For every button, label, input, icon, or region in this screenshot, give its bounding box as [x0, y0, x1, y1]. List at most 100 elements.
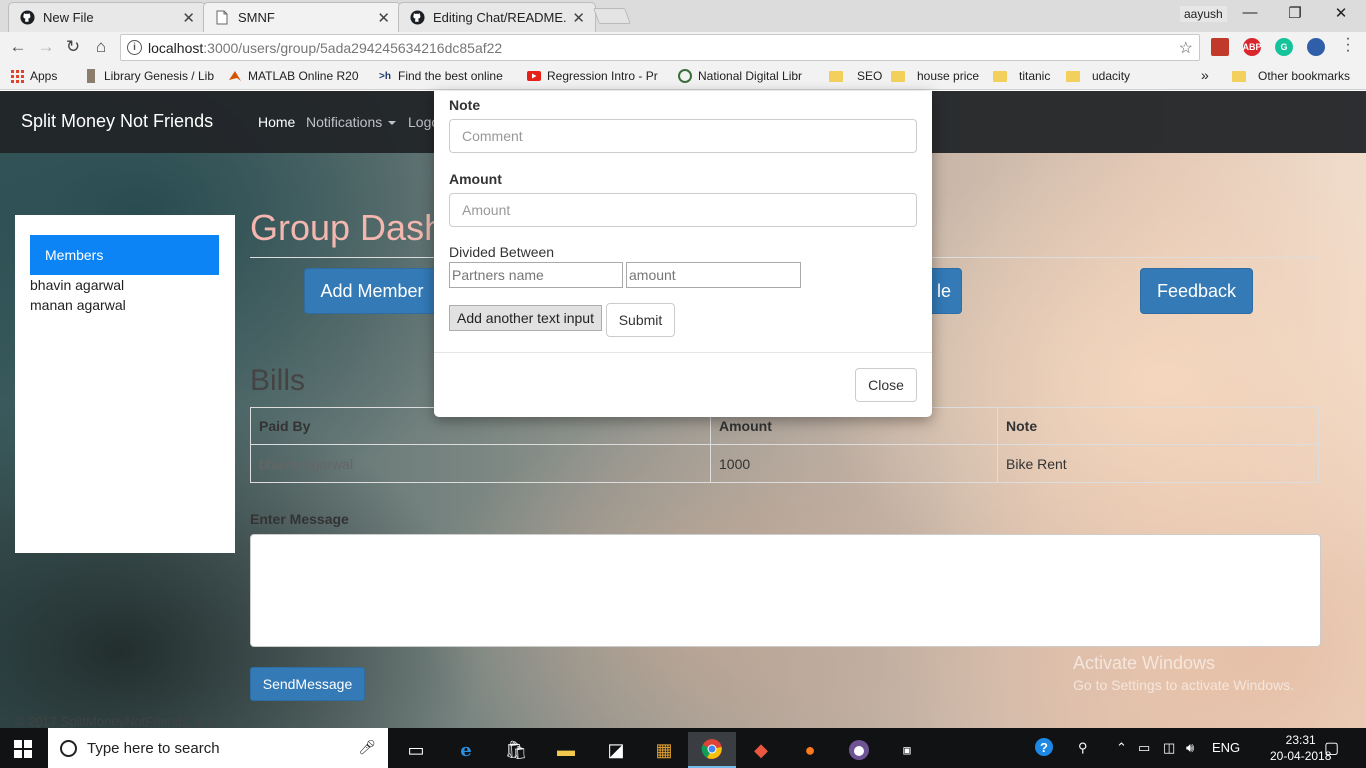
- show-hidden-icons-chevron-icon[interactable]: ⌃: [1116, 740, 1127, 756]
- message-textarea[interactable]: [250, 534, 1321, 647]
- bookmarks-overflow-chevron-icon[interactable]: »: [1201, 67, 1209, 83]
- book-extension-icon[interactable]: [1211, 38, 1229, 56]
- bookmark-label: MATLAB Online R20: [248, 69, 359, 83]
- terminal-icon[interactable]: ▣: [883, 732, 931, 768]
- youtube-icon: [527, 69, 541, 83]
- office-app-icon[interactable]: ▦: [640, 732, 688, 768]
- bookmark-house-price[interactable]: house price: [891, 69, 979, 83]
- close-icon[interactable]: ✕: [182, 9, 195, 27]
- send-message-button[interactable]: SendMessage: [250, 667, 365, 701]
- battery-icon[interactable]: ▭: [1138, 740, 1150, 756]
- column-header: Note: [997, 407, 1319, 445]
- edge-icon[interactable]: e: [442, 732, 490, 768]
- amount-cell: 1000: [710, 444, 998, 483]
- bookmark-apps[interactable]: Apps: [10, 69, 57, 83]
- divided-between-label: Divided Between: [449, 244, 555, 260]
- tab-editing-readme[interactable]: Editing Chat/README.md ✕: [398, 2, 596, 32]
- bookmark-udacity[interactable]: udacity: [1066, 69, 1130, 83]
- task-view-icon[interactable]: ▭: [392, 732, 440, 768]
- tab-smnf[interactable]: SMNF ✕: [203, 2, 401, 32]
- chrome-taskbar-icon[interactable]: [688, 732, 736, 768]
- taskbar-search[interactable]: Type here to search 🎤︎: [48, 728, 388, 768]
- grammarly-icon[interactable]: G: [1275, 38, 1293, 56]
- site-brand[interactable]: Split Money Not Friends: [21, 111, 213, 132]
- bookmark-titanic[interactable]: titanic: [993, 69, 1050, 83]
- back-arrow-icon[interactable]: ←: [7, 37, 29, 57]
- nav-notifications[interactable]: Notifications: [306, 114, 397, 130]
- bookmark-regression[interactable]: Regression Intro - Pr: [527, 69, 663, 83]
- note-input[interactable]: [449, 119, 917, 153]
- store-icon[interactable]: 🛍︎: [492, 732, 540, 768]
- page-title: Group Dash: [250, 207, 445, 248]
- close-button[interactable]: Close: [855, 368, 917, 402]
- bookmark-matlab[interactable]: MATLAB Online R20: [228, 69, 362, 83]
- minimize-icon[interactable]: —: [1238, 4, 1262, 21]
- bookmark-label: Other bookmarks: [1258, 69, 1351, 83]
- bookmarks-bar: Apps Library Genesis / Lib MATLAB Online…: [0, 63, 1366, 90]
- folder-icon: [993, 69, 1007, 83]
- tab-title: New File: [43, 10, 94, 25]
- bookmark-library-genesis[interactable]: Library Genesis / Lib: [84, 69, 214, 83]
- bookmark-label: house price: [917, 69, 980, 83]
- sticky-notes-icon[interactable]: ◪: [592, 732, 640, 768]
- chrome-menu-icon[interactable]: · · ·: [1343, 31, 1353, 59]
- close-icon[interactable]: ✕: [572, 9, 585, 27]
- browser-toolbar: ← → ↻ ⌂ i localhost:3000/users/group/5ad…: [0, 32, 1366, 63]
- bookmark-star-icon[interactable]: ☆: [1179, 38, 1193, 58]
- people-icon[interactable]: ⚲: [1078, 740, 1088, 756]
- feedback-button[interactable]: Feedback: [1140, 268, 1253, 314]
- reload-icon[interactable]: ↻: [62, 37, 84, 57]
- folder-icon: [1232, 69, 1246, 83]
- github-icon: [409, 10, 425, 26]
- partner-name-input[interactable]: [449, 262, 623, 288]
- submit-button[interactable]: Submit: [606, 303, 675, 337]
- file-explorer-icon[interactable]: ▬: [542, 732, 590, 768]
- adblock-icon[interactable]: ABP: [1243, 38, 1262, 56]
- members-header[interactable]: Members: [30, 235, 219, 275]
- taskbar-clock[interactable]: 23:31 20-04-2018: [1270, 732, 1331, 764]
- new-tab-button[interactable]: [593, 8, 631, 24]
- table-row: bhavin agarwal 1000 Bike Rent: [250, 444, 1319, 483]
- close-window-icon[interactable]: ✕: [1329, 4, 1353, 22]
- network-icon[interactable]: ◫: [1163, 740, 1175, 756]
- member-item[interactable]: bhavin agarwal: [30, 277, 124, 293]
- restore-icon[interactable]: ❐: [1283, 4, 1307, 22]
- bookmark-ndl[interactable]: National Digital Libr: [678, 69, 815, 83]
- hackr-icon: >h: [379, 70, 391, 82]
- nav-home[interactable]: Home: [258, 114, 295, 130]
- svg-text:?: ?: [1040, 740, 1048, 755]
- info-icon[interactable]: i: [127, 40, 142, 55]
- members-panel: Members bhavin agarwal manan agarwal: [15, 215, 235, 553]
- profile-name[interactable]: aayush: [1180, 6, 1227, 22]
- microphone-icon[interactable]: 🎤︎: [358, 739, 376, 756]
- forward-arrow-icon[interactable]: →: [35, 37, 57, 57]
- close-icon[interactable]: ✕: [377, 9, 390, 27]
- message-label: Enter Message: [250, 511, 349, 527]
- add-text-input-button[interactable]: Add another text input: [449, 305, 602, 331]
- github-desktop-icon[interactable]: [835, 732, 883, 768]
- volume-icon[interactable]: 🔊︎: [1186, 740, 1194, 756]
- bookmark-other[interactable]: Other bookmarks: [1232, 69, 1350, 83]
- language-indicator[interactable]: ENG: [1212, 740, 1240, 755]
- windows-taskbar: Type here to search 🎤︎ ▭ e 🛍︎ ▬ ◪ ▦ ◆ ● …: [0, 728, 1366, 768]
- help-icon[interactable]: ?: [1034, 737, 1054, 760]
- firefox-icon[interactable]: ●: [786, 732, 834, 768]
- notifications-icon[interactable]: ▢: [1324, 738, 1339, 758]
- tab-new-file[interactable]: New File ✕: [8, 2, 206, 32]
- add-member-button[interactable]: Add Member: [304, 268, 440, 314]
- footer-copyright: © 2017 SplitMoneyNotFriends, Inc.: [15, 714, 217, 728]
- address-bar[interactable]: i localhost:3000/users/group/5ada2942456…: [120, 34, 1200, 61]
- bookmark-hackr[interactable]: >h Find the best online: [378, 69, 512, 83]
- bookmark-seo[interactable]: SEO: [829, 69, 882, 83]
- member-item[interactable]: manan agarwal: [30, 297, 126, 313]
- git-icon[interactable]: ◆: [737, 732, 785, 768]
- book-icon: [84, 69, 98, 83]
- windows-start-icon[interactable]: [14, 740, 32, 758]
- partner-amount-input[interactable]: [626, 262, 801, 288]
- amount-input[interactable]: [449, 193, 917, 227]
- extension-icon[interactable]: [1307, 38, 1325, 56]
- clock-date: 20-04-2018: [1270, 749, 1332, 763]
- home-icon[interactable]: ⌂: [90, 37, 112, 57]
- cortana-icon: [60, 739, 77, 757]
- matlab-icon: [228, 69, 242, 83]
